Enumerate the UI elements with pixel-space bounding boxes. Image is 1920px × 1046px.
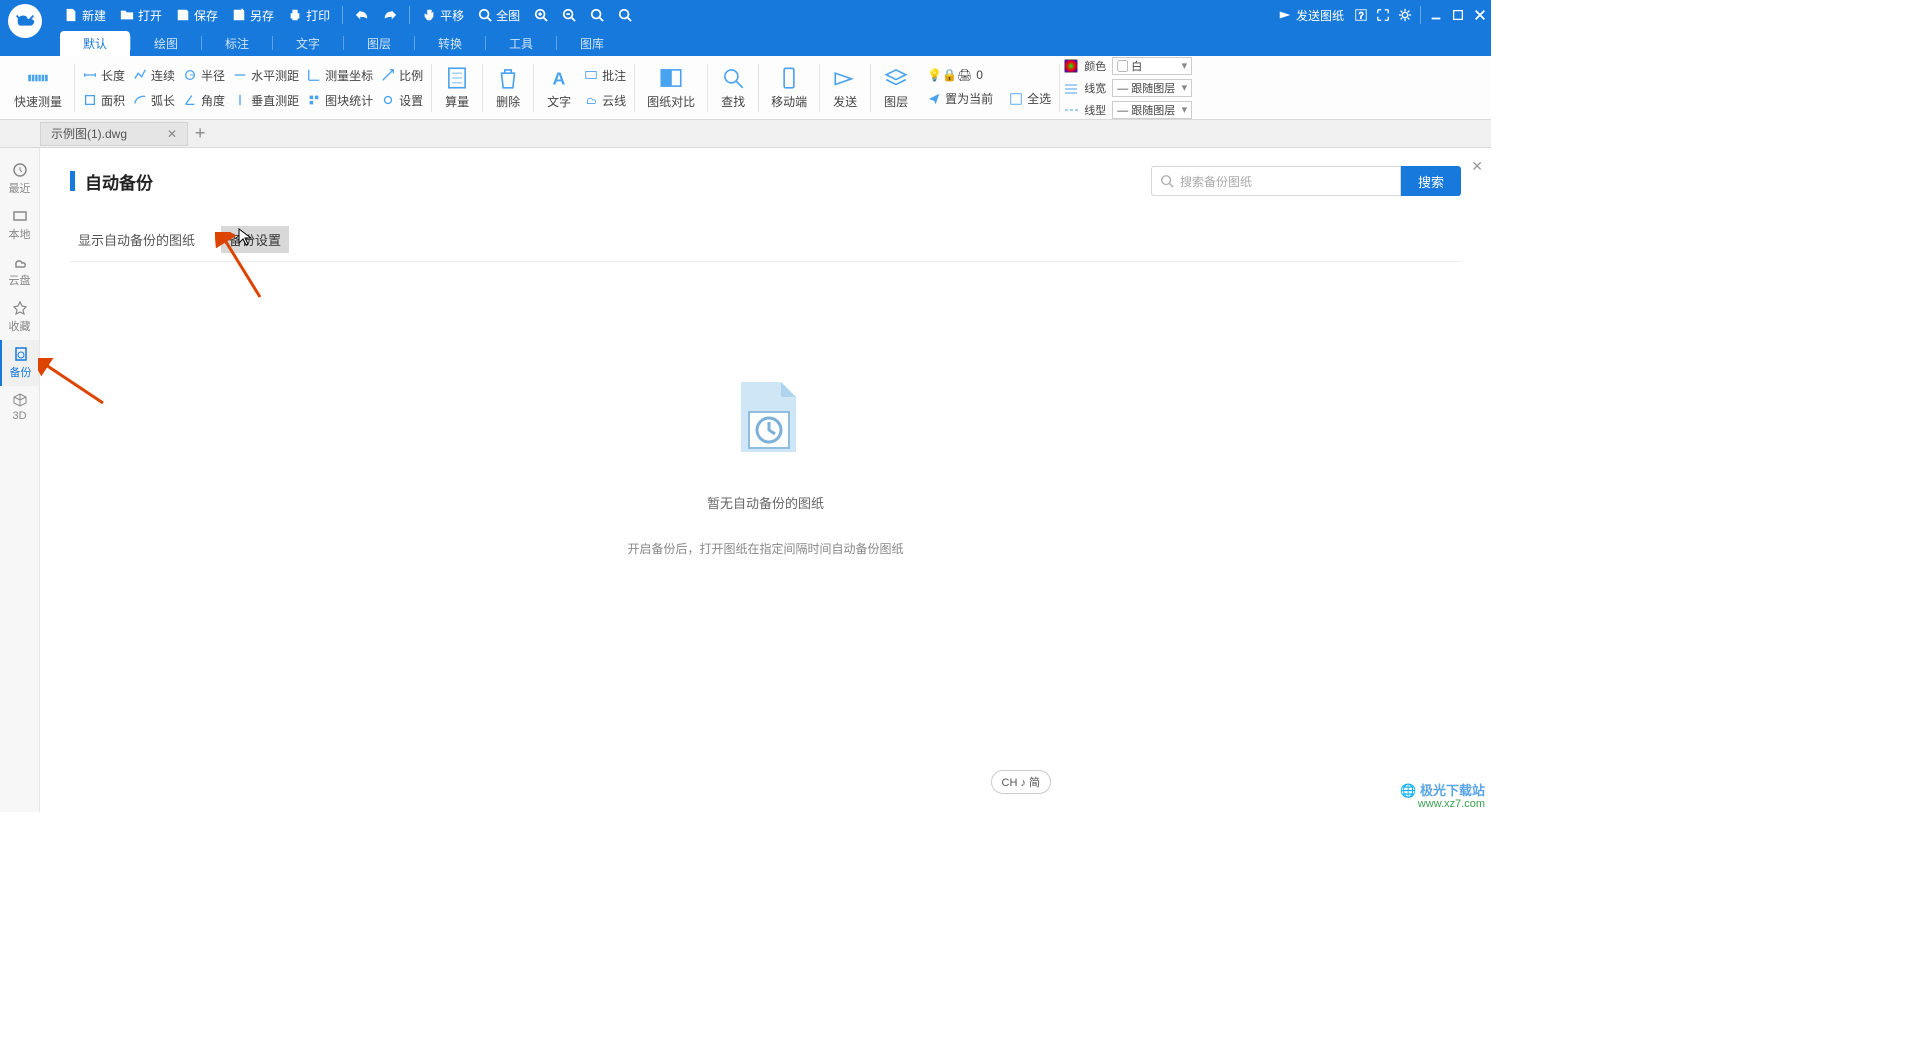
backup-panel: ✕ 自动备份 搜索备份图纸 搜索 显示自动备份的图纸 备份设置 暂无自动备份的图… bbox=[40, 148, 1491, 812]
tab-tools[interactable]: 工具 bbox=[486, 31, 556, 56]
continuous-button[interactable]: 连续 bbox=[129, 65, 179, 86]
subtab-show[interactable]: 显示自动备份的图纸 bbox=[70, 226, 203, 253]
add-tab-button[interactable]: + bbox=[188, 123, 212, 144]
saveas-button[interactable]: 另存 bbox=[226, 0, 280, 30]
tab-default[interactable]: 默认 bbox=[60, 31, 130, 56]
sidebar-favorite[interactable]: 收藏 bbox=[0, 294, 39, 340]
search-button[interactable]: 搜索 bbox=[1401, 166, 1461, 196]
panel-close-icon[interactable]: ✕ bbox=[1471, 158, 1483, 175]
empty-title: 暂无自动备份的图纸 bbox=[707, 493, 824, 512]
tab-annotate[interactable]: 标注 bbox=[202, 31, 272, 56]
file-tab[interactable]: 示例图(1).dwg ✕ bbox=[40, 122, 188, 146]
search-placeholder: 搜索备份图纸 bbox=[1180, 173, 1252, 190]
pan-label: 平移 bbox=[440, 7, 464, 24]
help-button[interactable]: ? bbox=[1350, 0, 1372, 30]
undo-button[interactable] bbox=[349, 0, 375, 30]
layer-current-row[interactable]: 💡🔒🖨 0 bbox=[923, 66, 1055, 84]
new-button[interactable]: 新建 bbox=[58, 0, 112, 30]
save-label: 保存 bbox=[194, 7, 218, 24]
tab-layer[interactable]: 图层 bbox=[344, 31, 414, 56]
send-label: 发送图纸 bbox=[1296, 7, 1344, 24]
sidebar-3d[interactable]: 3D bbox=[0, 386, 39, 428]
open-button[interactable]: 打开 bbox=[114, 0, 168, 30]
ribbon: 快速测量 长度 面积 连续 弧长 半径 角度 水平测距 垂直测距 测量坐标 图块… bbox=[0, 56, 1491, 120]
search-icon bbox=[1160, 174, 1174, 188]
text-button[interactable]: A文字 bbox=[538, 65, 580, 110]
quick-measure-label: 快速测量 bbox=[14, 93, 62, 110]
saveas-label: 另存 bbox=[250, 7, 274, 24]
open-label: 打开 bbox=[138, 7, 162, 24]
area-button[interactable]: 面积 bbox=[79, 90, 129, 111]
prop-color[interactable]: 颜色▢ 白 bbox=[1064, 57, 1192, 75]
watermark: 🌐 极光下载站 www.xz7.com bbox=[1400, 784, 1485, 810]
file-tab-label: 示例图(1).dwg bbox=[51, 125, 127, 142]
svg-text:?: ? bbox=[1359, 11, 1364, 21]
arc-button[interactable]: 弧长 bbox=[129, 90, 179, 111]
fit-label: 全图 bbox=[496, 7, 520, 24]
find-button[interactable]: 查找 bbox=[712, 65, 754, 110]
prop-lw[interactable]: 线宽— 跟随图层 bbox=[1064, 79, 1192, 97]
quick-measure-button[interactable]: 快速测量 bbox=[6, 65, 70, 110]
sidebar-recent[interactable]: 最近 bbox=[0, 156, 39, 202]
length-button[interactable]: 长度 bbox=[79, 65, 129, 86]
zoom-icon[interactable] bbox=[584, 0, 610, 30]
cloud-button[interactable]: 云线 bbox=[580, 90, 630, 111]
send-drawing-button[interactable]: 发送图纸 bbox=[1272, 0, 1350, 30]
zoomout-button[interactable] bbox=[556, 0, 582, 30]
menu-bar: 默认 绘图 标注 文字 图层 转换 工具 图库 bbox=[0, 30, 1491, 56]
search-input[interactable]: 搜索备份图纸 bbox=[1151, 166, 1401, 196]
tab-text[interactable]: 文字 bbox=[273, 31, 343, 56]
tab-convert[interactable]: 转换 bbox=[415, 31, 485, 56]
sidebar-cloud[interactable]: 云盘 bbox=[0, 248, 39, 294]
hdist-button[interactable]: 水平测距 bbox=[229, 65, 303, 86]
delete-button[interactable]: 删除 bbox=[487, 65, 529, 110]
send2-button[interactable]: 发送 bbox=[824, 65, 866, 110]
print-button[interactable]: 打印 bbox=[282, 0, 336, 30]
app-logo[interactable] bbox=[0, 0, 50, 30]
compare-button[interactable]: 图纸对比 bbox=[639, 65, 703, 110]
fit-button[interactable]: 全图 bbox=[472, 0, 526, 30]
mobile-button[interactable]: 移动端 bbox=[763, 65, 815, 110]
sidebar-backup[interactable]: 备份 bbox=[0, 340, 39, 386]
selectall-button[interactable]: 全选 bbox=[1005, 88, 1055, 109]
print-label: 打印 bbox=[306, 7, 330, 24]
minimize-button[interactable] bbox=[1425, 0, 1447, 30]
sidebar: 最近 本地 云盘 收藏 备份 3D bbox=[0, 148, 40, 812]
maximize-button[interactable] bbox=[1447, 0, 1469, 30]
scale-button[interactable]: 比例 bbox=[377, 65, 427, 86]
empty-desc: 开启备份后，打开图纸在指定间隔时间自动备份图纸 bbox=[627, 540, 903, 557]
coord-button[interactable]: 测量坐标 bbox=[303, 65, 377, 86]
blockstat-button[interactable]: 图块统计 bbox=[303, 90, 377, 111]
setcurrent-button[interactable]: 置为当前 bbox=[923, 88, 997, 109]
settings-button[interactable] bbox=[1394, 0, 1416, 30]
radius-button[interactable]: 半径 bbox=[179, 65, 229, 86]
pan-button[interactable]: 平移 bbox=[416, 0, 470, 30]
new-label: 新建 bbox=[82, 7, 106, 24]
zoomin-button[interactable] bbox=[528, 0, 554, 30]
cursor-icon bbox=[238, 228, 252, 246]
zoom2-icon[interactable] bbox=[612, 0, 638, 30]
redo-button[interactable] bbox=[377, 0, 403, 30]
ime-badge[interactable]: CH ♪ 简 bbox=[991, 770, 1052, 794]
batch-button[interactable]: 批注 bbox=[580, 65, 630, 86]
fullscreen-button[interactable] bbox=[1372, 0, 1394, 30]
vdist-button[interactable]: 垂直测距 bbox=[229, 90, 303, 111]
sidebar-local[interactable]: 本地 bbox=[0, 202, 39, 248]
tab-library[interactable]: 图库 bbox=[557, 31, 627, 56]
close-tab-icon[interactable]: ✕ bbox=[167, 127, 177, 141]
prop-lt[interactable]: 线型— 跟随图层 bbox=[1064, 101, 1192, 119]
panel-title: 自动备份 bbox=[70, 169, 153, 194]
layers-button[interactable]: 图层 bbox=[875, 65, 917, 110]
angle-button[interactable]: 角度 bbox=[179, 90, 229, 111]
tab-draw[interactable]: 绘图 bbox=[131, 31, 201, 56]
subtab-settings[interactable]: 备份设置 bbox=[221, 226, 289, 253]
rset-button[interactable]: 设置 bbox=[377, 90, 427, 111]
color-swatch-icon bbox=[1064, 59, 1078, 73]
qty-button[interactable]: 算量 bbox=[436, 65, 478, 110]
empty-icon bbox=[721, 372, 811, 465]
svg-text:A: A bbox=[553, 69, 566, 89]
close-button[interactable] bbox=[1469, 0, 1491, 30]
save-button[interactable]: 保存 bbox=[170, 0, 224, 30]
